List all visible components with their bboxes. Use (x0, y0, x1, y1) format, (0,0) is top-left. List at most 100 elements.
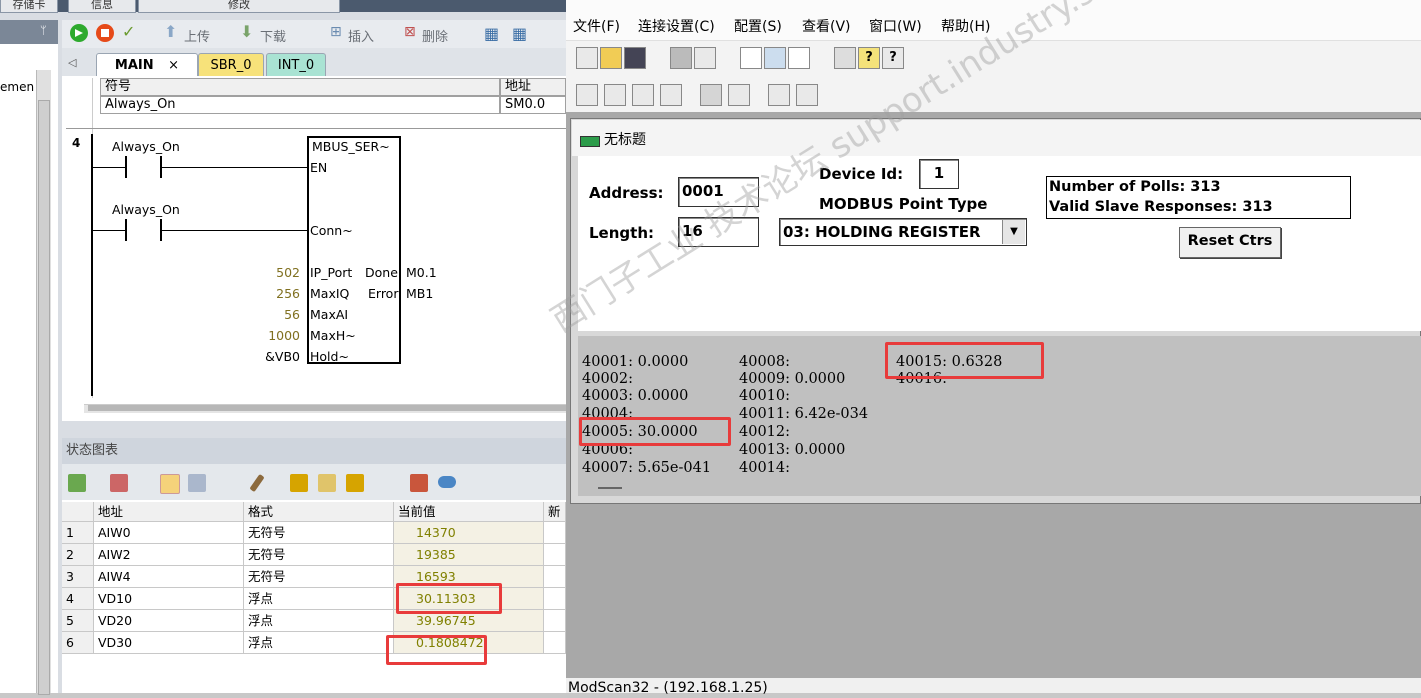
maxh-value[interactable]: 1000 (262, 328, 300, 343)
ribbon-tab-modify[interactable]: 修改 (138, 0, 340, 13)
network-gutter (66, 78, 93, 398)
row-format[interactable]: 浮点 (244, 588, 394, 610)
new-icon[interactable] (576, 47, 598, 69)
device-id-input[interactable]: 1 (919, 159, 959, 189)
unlock-icon[interactable] (318, 474, 336, 492)
tab-sbr0[interactable]: SBR_0 (198, 53, 264, 77)
delete-icon[interactable]: ⊠ (404, 24, 416, 40)
lock-icon[interactable] (290, 474, 308, 492)
delete-button[interactable]: 删除 (422, 26, 448, 45)
insert-icon[interactable]: ⊞ (330, 24, 342, 40)
child-title-bar[interactable]: 无标题 (572, 120, 1421, 156)
row-new[interactable] (544, 632, 566, 654)
col-address: 地址 (94, 502, 244, 522)
row-address[interactable]: AIW0 (94, 522, 244, 544)
tree-scrollbar-thumb[interactable] (38, 100, 50, 695)
row-format[interactable]: 浮点 (244, 610, 394, 632)
splitter[interactable] (62, 421, 566, 438)
row-new[interactable] (544, 544, 566, 566)
ribbon-tab-info[interactable]: 信息 (68, 0, 136, 13)
delete-row-icon[interactable] (110, 474, 128, 492)
format-float-icon[interactable] (700, 84, 722, 106)
monitor-icon[interactable] (764, 47, 786, 69)
menu-connection[interactable]: 连接设置(C) (638, 16, 715, 36)
row-address[interactable]: VD20 (94, 610, 244, 632)
format-decimal-icon[interactable] (604, 84, 626, 106)
ribbon-tab-memory-card[interactable]: 存储卡 (0, 0, 58, 13)
point-type-select[interactable]: 03: HOLDING REGISTER ▼ (779, 218, 1027, 246)
pin-icon[interactable]: ᛘ (40, 24, 47, 37)
tab-main[interactable]: MAIN × (96, 53, 198, 77)
row-number: 3 (62, 566, 94, 588)
start-monitor-icon[interactable] (160, 474, 180, 494)
format-hex-icon[interactable] (660, 84, 682, 106)
format-double-swapped-icon[interactable] (796, 84, 818, 106)
row-format[interactable]: 无符号 (244, 544, 394, 566)
reset-ctrs-button[interactable]: Reset Ctrs (1179, 227, 1281, 258)
disconnect-icon[interactable] (694, 47, 716, 69)
network2-icon[interactable]: ▦ (512, 24, 527, 43)
upload-button[interactable]: 上传 (184, 26, 210, 45)
force-icon[interactable] (346, 474, 364, 492)
open-icon[interactable] (600, 47, 622, 69)
project-tree-item[interactable]: emen (0, 80, 34, 94)
network-icon[interactable]: ▦ (484, 24, 499, 43)
editor-hscroll-thumb[interactable] (88, 405, 566, 411)
download-button[interactable]: 下载 (260, 26, 286, 45)
save-icon[interactable] (624, 47, 646, 69)
row-address[interactable]: AIW2 (94, 544, 244, 566)
format-binary-icon[interactable] (576, 84, 598, 106)
row-new[interactable] (544, 610, 566, 632)
row-format[interactable]: 浮点 (244, 632, 394, 654)
add-icon[interactable] (68, 474, 86, 492)
maxai-value[interactable]: 56 (270, 307, 300, 322)
row-new[interactable] (544, 522, 566, 544)
row-new[interactable] (544, 588, 566, 610)
pin-conn: Conn~ (310, 223, 353, 238)
register-line: 40012: (739, 424, 791, 440)
download-icon[interactable]: ⬇ (240, 22, 253, 41)
menu-setup[interactable]: 配置(S) (734, 16, 782, 36)
row-address[interactable]: VD10 (94, 588, 244, 610)
trend-icon[interactable] (410, 474, 428, 492)
display-icon[interactable] (740, 47, 762, 69)
maxiq-value[interactable]: 256 (270, 286, 300, 301)
menu-view[interactable]: 查看(V) (802, 16, 851, 36)
connect-icon[interactable] (670, 47, 692, 69)
address-cell[interactable]: SM0.0 (500, 96, 566, 114)
pause-icon[interactable] (188, 474, 206, 492)
zoom-icon[interactable] (788, 47, 810, 69)
symbol-cell[interactable]: Always_On (100, 96, 500, 114)
format-double-icon[interactable] (768, 84, 790, 106)
row-format[interactable]: 无符号 (244, 566, 394, 588)
row-address[interactable]: VD30 (94, 632, 244, 654)
format-float-swapped-icon[interactable] (728, 84, 750, 106)
error-value[interactable]: MB1 (406, 286, 433, 301)
done-value[interactable]: M0.1 (406, 265, 437, 280)
point-type-label: MODBUS Point Type (819, 195, 988, 213)
help-icon[interactable]: ? (858, 47, 880, 69)
hold-value[interactable]: &VB0 (258, 349, 300, 364)
tab-int0[interactable]: INT_0 (266, 53, 326, 77)
row-new[interactable] (544, 566, 566, 588)
menu-window[interactable]: 窗口(W) (869, 16, 922, 36)
tab-scroll-left-icon[interactable]: ◁ (68, 56, 76, 69)
menu-file[interactable]: 文件(F) (573, 16, 620, 36)
insert-button[interactable]: 插入 (348, 26, 374, 45)
project-tree-header: ᛘ (0, 20, 58, 44)
print-icon[interactable] (834, 47, 856, 69)
compile-icon[interactable]: ✓ (122, 22, 135, 41)
upload-icon[interactable]: ⬆ (164, 22, 177, 41)
register-line: 40003: 0.0000 (582, 388, 689, 404)
tag-icon[interactable] (438, 476, 456, 488)
ip-port-value[interactable]: 502 (270, 265, 300, 280)
chevron-down-icon[interactable]: ▼ (1002, 220, 1025, 244)
row-number: 4 (62, 588, 94, 610)
row-format[interactable]: 无符号 (244, 522, 394, 544)
close-icon[interactable]: × (168, 58, 179, 73)
row-address[interactable]: AIW4 (94, 566, 244, 588)
format-integer-icon[interactable] (632, 84, 654, 106)
contact2-left[interactable] (125, 219, 127, 241)
contact1-left[interactable] (125, 156, 127, 178)
context-help-icon[interactable]: ? (882, 47, 904, 69)
